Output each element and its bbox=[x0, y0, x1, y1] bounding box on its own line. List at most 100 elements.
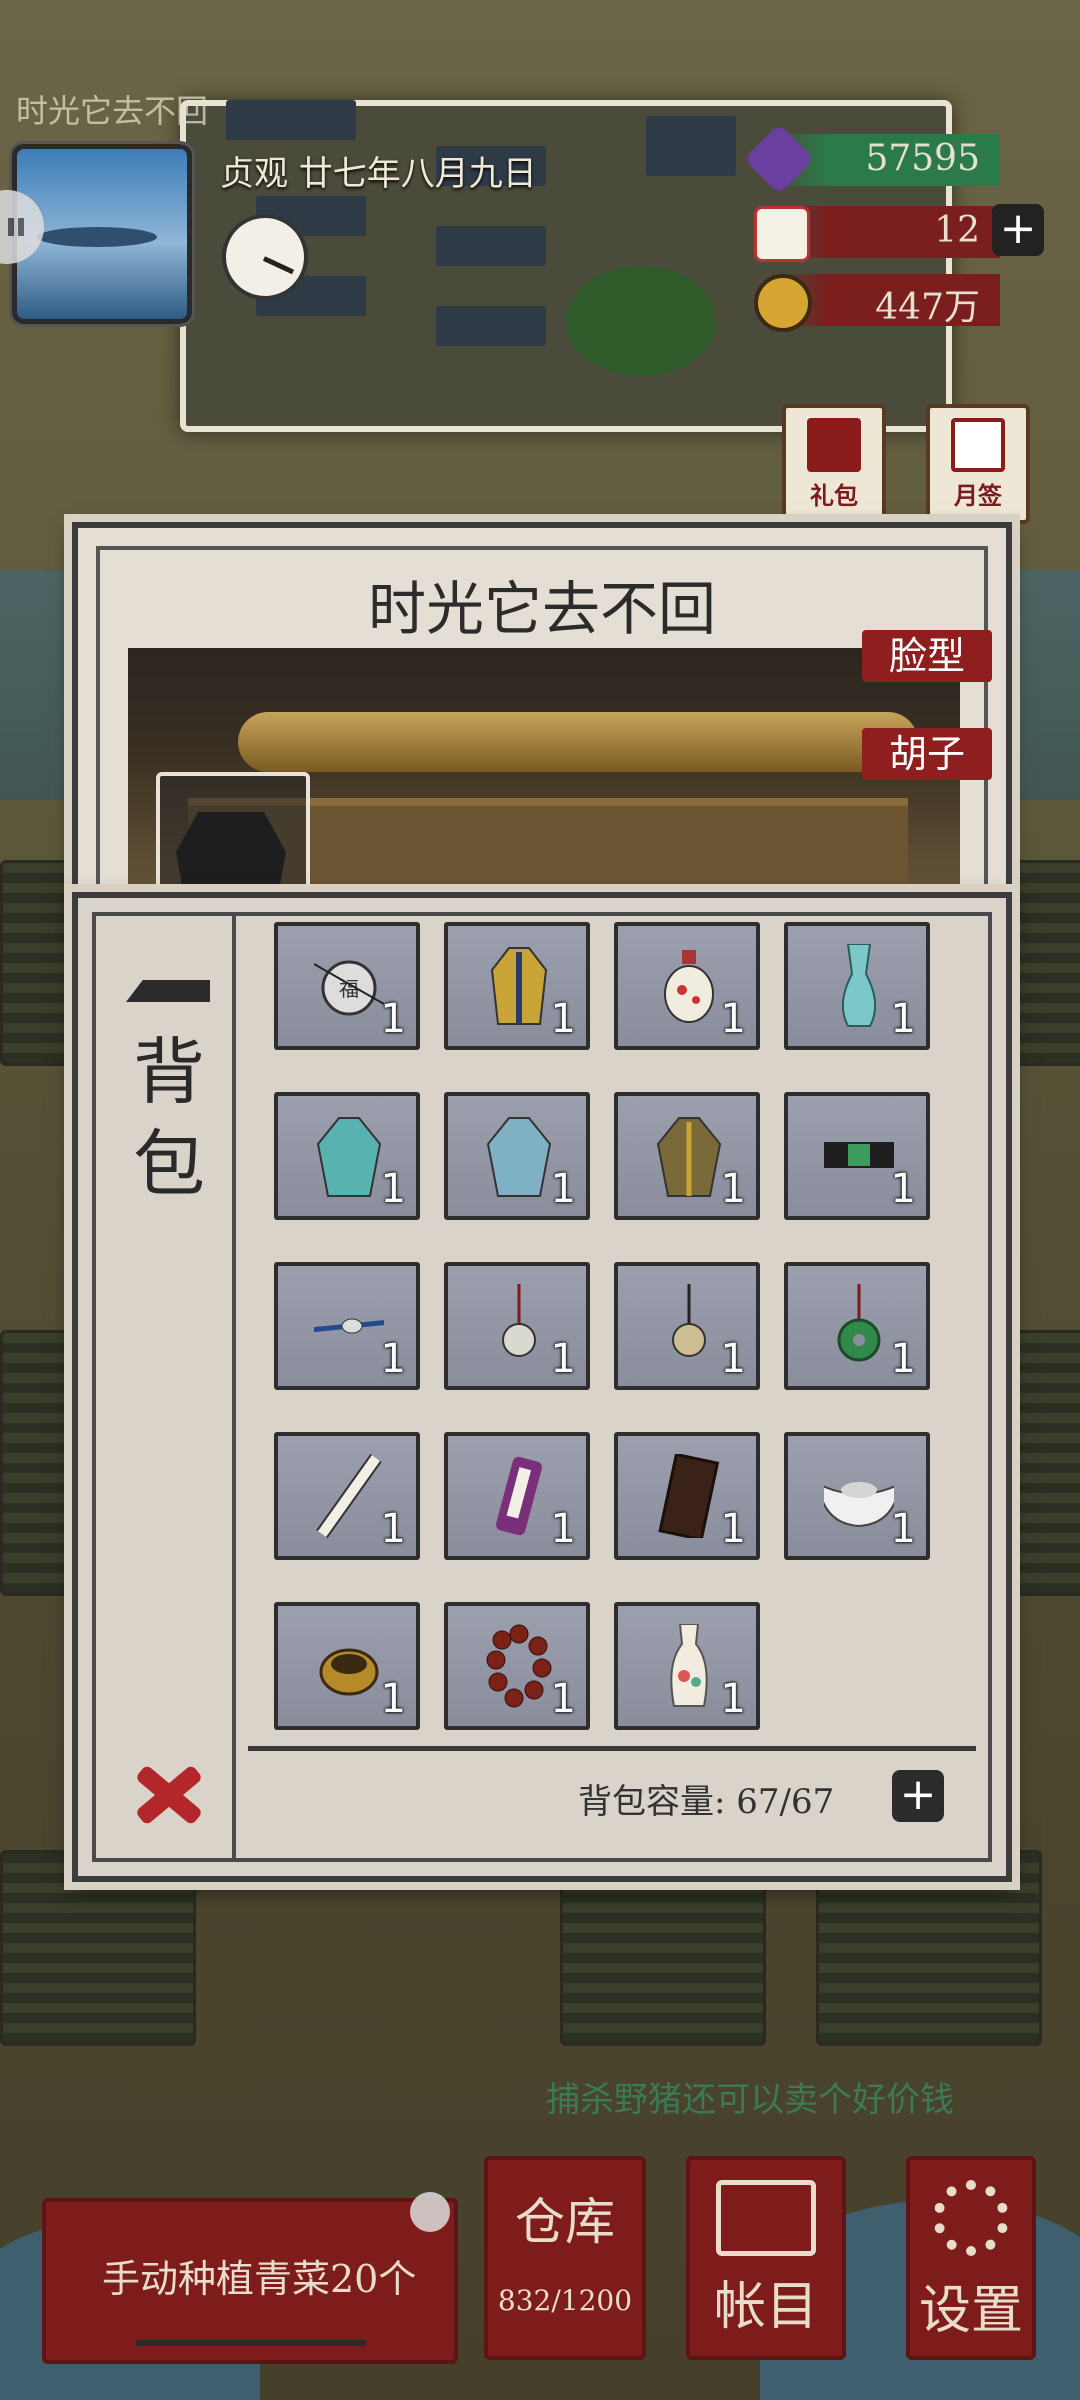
porcelain-vase-icon bbox=[654, 1623, 724, 1708]
item-slot[interactable]: 1 bbox=[614, 922, 760, 1050]
close-icon[interactable] bbox=[128, 1754, 208, 1834]
jade-belt-icon bbox=[814, 1114, 904, 1198]
ledger-label: 帐目 bbox=[713, 2277, 818, 2337]
yellow-robe-icon bbox=[484, 944, 554, 1028]
bag-capacity-label: 背包容量 bbox=[578, 1782, 714, 1822]
task-label: 手动种植青菜20个 bbox=[102, 2257, 417, 2301]
monthly-sign-button[interactable]: 月签 bbox=[926, 404, 1030, 524]
item-qty: 1 bbox=[720, 996, 746, 1042]
item-qty: 1 bbox=[550, 996, 576, 1042]
prayer-beads-icon bbox=[484, 1624, 554, 1708]
item-qty: 1 bbox=[380, 1506, 406, 1552]
carved-headboard bbox=[238, 712, 918, 772]
light-blue-robe-icon bbox=[484, 1114, 554, 1198]
brown-robe-icon bbox=[654, 1114, 724, 1198]
bronze-charm-icon bbox=[654, 1284, 724, 1368]
character-dialog: 时光它去不回 脸型 胡子 bbox=[72, 522, 1012, 914]
ledger-button[interactable]: 帐目 bbox=[686, 2156, 846, 2360]
gift-pack-label: 礼包 bbox=[810, 481, 858, 510]
item-slot[interactable]: 1 bbox=[614, 1602, 760, 1730]
gold-ring-icon bbox=[314, 1624, 384, 1708]
item-qty: 1 bbox=[380, 1676, 406, 1722]
add-silver-button[interactable]: + bbox=[992, 204, 1044, 256]
item-qty: 1 bbox=[890, 1506, 916, 1552]
item-qty: 1 bbox=[550, 1676, 576, 1722]
warehouse-capacity: 832/1200 bbox=[497, 2284, 633, 2317]
item-qty: 1 bbox=[380, 1166, 406, 1212]
bag-capacity-value: 67/67 bbox=[736, 1782, 835, 1822]
item-slot[interactable]: 1 bbox=[444, 1092, 590, 1220]
monthly-sign-label: 月签 bbox=[954, 481, 1002, 510]
book-icon bbox=[716, 2180, 816, 2256]
item-slot[interactable]: 1 bbox=[444, 1432, 590, 1560]
warehouse-label: 仓库 bbox=[515, 2193, 615, 2251]
warehouse-button[interactable]: 仓库 832/1200 bbox=[484, 2156, 646, 2360]
expand-bag-button[interactable]: + bbox=[892, 1770, 944, 1822]
celadon-vase-icon bbox=[824, 943, 894, 1028]
item-slot[interactable]: 1 bbox=[274, 1602, 420, 1730]
item-slot[interactable]: 1 bbox=[614, 1432, 760, 1560]
crop-field bbox=[1000, 1330, 1080, 1596]
silver-ingot-icon bbox=[754, 206, 810, 262]
item-qty: 1 bbox=[890, 996, 916, 1042]
gift-pack-button[interactable]: 礼包 bbox=[782, 404, 886, 524]
gift-box-icon bbox=[807, 418, 861, 472]
clock-icon[interactable] bbox=[222, 214, 308, 300]
item-slot[interactable]: 1 bbox=[784, 1262, 930, 1390]
jade-count: 57595 bbox=[865, 138, 980, 179]
item-slot[interactable]: 1 bbox=[784, 1092, 930, 1220]
item-slot[interactable]: 1 bbox=[614, 1262, 760, 1390]
silver-charm-icon bbox=[484, 1284, 554, 1368]
silver-ingot-icon bbox=[816, 1454, 902, 1538]
crop-field bbox=[1000, 860, 1080, 1066]
purple-scroll-icon bbox=[484, 1454, 554, 1538]
crop-field bbox=[0, 1330, 76, 1596]
item-slot[interactable]: 1 bbox=[614, 1092, 760, 1220]
settings-button[interactable]: 设置 bbox=[906, 2156, 1036, 2360]
item-slot[interactable]: 1 bbox=[444, 1262, 590, 1390]
item-qty: 1 bbox=[720, 1166, 746, 1212]
building-roof bbox=[226, 100, 356, 140]
item-slot[interactable]: 1 bbox=[274, 1432, 420, 1560]
item-qty: 1 bbox=[720, 1336, 746, 1382]
divider bbox=[248, 1746, 976, 1751]
item-slot[interactable]: 1 bbox=[274, 1092, 420, 1220]
item-slot[interactable]: 1 bbox=[444, 922, 590, 1050]
jade-bi-icon bbox=[824, 1284, 894, 1368]
building-roof bbox=[436, 306, 546, 346]
item-qty: 1 bbox=[550, 1506, 576, 1552]
task-progress bbox=[136, 2340, 366, 2346]
gear-icon bbox=[933, 2180, 1009, 2256]
game-date: 贞观 廿七年八月九日 bbox=[220, 154, 537, 194]
item-slot[interactable]: 1 bbox=[784, 922, 930, 1050]
player-name: 时光它去不回 bbox=[16, 92, 209, 130]
tab-face-shape[interactable]: 脸型 bbox=[862, 630, 992, 682]
crop-field bbox=[0, 860, 76, 1066]
jade-resource: 57595 bbox=[743, 123, 1000, 195]
fu-pendant-icon: 福 bbox=[313, 944, 385, 1028]
item-slot[interactable]: 1 bbox=[784, 1432, 930, 1560]
silver-resource: 12 bbox=[754, 206, 1000, 262]
character-preview bbox=[128, 648, 960, 908]
item-qty: 1 bbox=[380, 1336, 406, 1382]
settings-label: 设置 bbox=[918, 2281, 1023, 2341]
item-qty: 1 bbox=[720, 1506, 746, 1552]
item-qty: 1 bbox=[380, 996, 406, 1042]
pagoda bbox=[646, 116, 736, 176]
snuff-bottle-icon bbox=[654, 944, 724, 1028]
abacus-icon bbox=[654, 1452, 724, 1542]
backpack-panel: 背包 福 1 1 1 1 1 1 1 1 1 1 1 1 1 1 1 1 1 1… bbox=[72, 892, 1012, 1882]
item-slot[interactable]: 福 1 bbox=[274, 922, 420, 1050]
item-qty: 1 bbox=[890, 1166, 916, 1212]
task-button[interactable]: 手动种植青菜20个 bbox=[42, 2198, 458, 2364]
item-qty: 1 bbox=[550, 1336, 576, 1382]
item-qty: 1 bbox=[890, 1336, 916, 1382]
hairpin-icon bbox=[309, 1284, 391, 1368]
task-indicator-dot bbox=[410, 2192, 450, 2232]
building-roof bbox=[436, 226, 546, 266]
item-slot[interactable]: 1 bbox=[274, 1262, 420, 1390]
bag-capacity: 背包容量: 67/67 bbox=[578, 1782, 835, 1822]
calendar-icon bbox=[951, 418, 1005, 472]
item-slot[interactable]: 1 bbox=[444, 1602, 590, 1730]
tab-beard[interactable]: 胡子 bbox=[862, 728, 992, 780]
